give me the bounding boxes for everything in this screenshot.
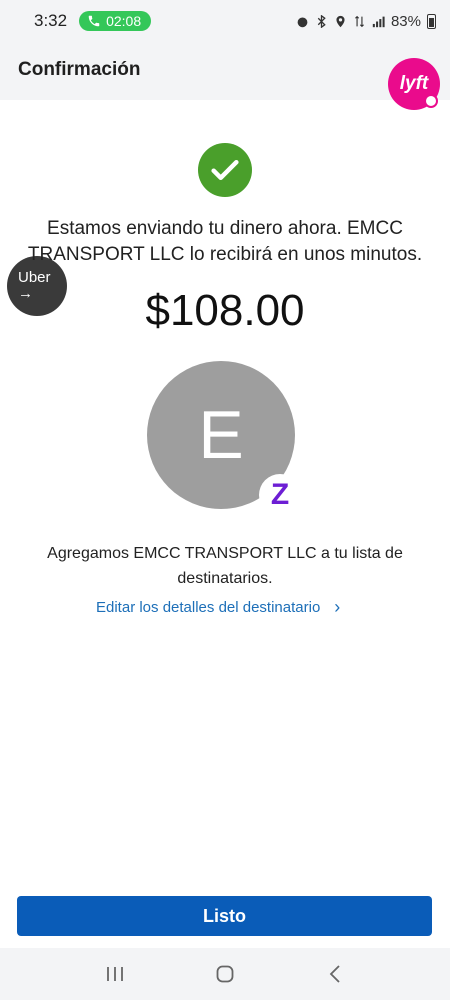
zelle-glyph: Z (270, 478, 290, 511)
status-bar: 3:32 02:08 83% (0, 0, 450, 42)
amount-sent: $108.00 (145, 286, 305, 335)
bluetooth-icon (317, 14, 326, 28)
confirmation-message: Estamos enviando tu dinero ahora. EMCC T… (27, 218, 423, 265)
uber-logo-label: Uber (18, 269, 51, 286)
phone-icon (88, 15, 100, 27)
system-nav-bar (0, 948, 450, 1000)
home-icon (216, 965, 234, 983)
zelle-logo-icon: Z (259, 474, 301, 516)
back-button[interactable] (315, 959, 355, 989)
home-button[interactable] (205, 959, 245, 989)
recent-apps-button[interactable] (95, 959, 135, 989)
status-icons: 83% (296, 13, 436, 30)
battery-percent: 83% (390, 12, 421, 30)
app-bar: Confirmación (0, 42, 450, 100)
lyft-mini-badge-icon (424, 94, 438, 108)
avatar-initial: E (198, 397, 244, 473)
signal-icon (372, 16, 385, 27)
back-icon (329, 965, 340, 983)
done-button[interactable]: Listo (17, 896, 432, 936)
lyft-overlay-bubble[interactable]: lyft (388, 58, 440, 110)
call-timer-pill[interactable]: 02:08 (79, 11, 152, 31)
lyft-logo-icon: lyft (399, 73, 429, 94)
chevron-right-icon: › (334, 597, 341, 617)
recent-apps-icon (107, 967, 123, 981)
battery-icon (427, 13, 436, 29)
edit-recipient-label: Editar los detalles del destinatario (96, 599, 321, 616)
data-icon (355, 15, 364, 27)
alarm-icon (297, 16, 308, 27)
status-time: 3:32 (34, 11, 68, 30)
recipient-added-text: Agregamos EMCC TRANSPORT LLC a tu lista … (47, 545, 403, 587)
edit-recipient-link[interactable]: Editar los detalles del destinatario › (96, 597, 340, 618)
location-icon (336, 15, 345, 27)
call-timer: 02:08 (106, 13, 142, 29)
success-check-icon (198, 143, 252, 197)
page-title: Confirmación (18, 59, 141, 80)
